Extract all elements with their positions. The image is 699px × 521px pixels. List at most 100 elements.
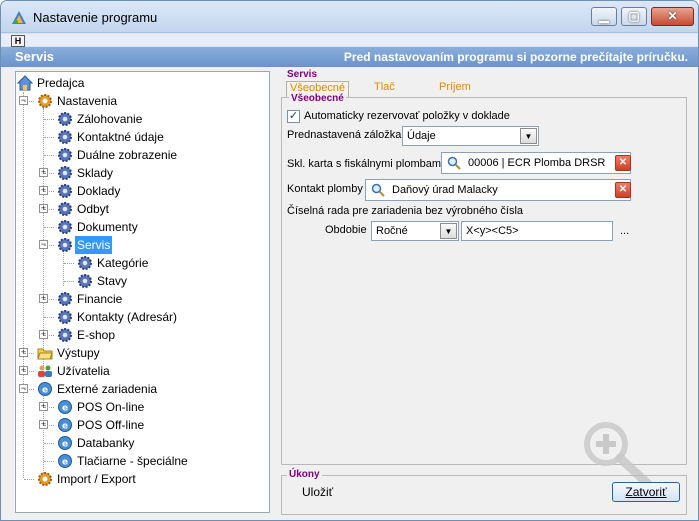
tree-item-predajca[interactable]: Predajca [16,74,86,92]
tree-item-label: Nastavenia [57,94,118,108]
search-icon[interactable] [371,183,385,197]
close-button-label: Zatvoriť [625,485,667,499]
tree-item-externe-zariadenia[interactable]: e Externé zariadenia [36,380,159,398]
tree-item-nastavenia[interactable]: Nastavenia [36,92,119,110]
tree-line [44,407,54,408]
tree-item-import-export[interactable]: Import / Export [36,470,138,488]
tree-item-dualne-zobrazenie[interactable]: Duálne zobrazenie [56,146,179,164]
tree-line [64,281,74,282]
tree-item-label: Import / Export [57,472,136,486]
tree-line [24,353,34,354]
series-more-button[interactable]: ... [620,225,629,237]
tree-item-databanky[interactable]: e Databanky [56,434,136,452]
tree-item-label: Kategórie [97,256,149,270]
tree-item-label: Sklady [77,166,114,180]
series-label: Číselná rada pre zariadenia bez výrobnéh… [287,205,524,217]
tree-line [44,119,54,120]
tree-item-label: POS On-line [77,400,145,414]
tree-item-label: Stavy [97,274,128,288]
tree-item-uzivatelia[interactable]: Užívatelia [36,362,112,380]
tree-item-pos-off-line[interactable]: e POS Off-line [56,416,146,434]
home-icon [17,75,33,91]
maximize-button[interactable]: ▢ [621,7,647,26]
search-icon[interactable] [447,156,461,170]
gear-blue-icon [57,165,73,181]
tree-item-stavy[interactable]: Stavy [76,272,129,290]
gear-blue-icon [77,273,93,289]
settings-tree[interactable]: Predajca − Nastavenia Zálohovanie Kontaktné … [15,71,270,513]
save-link[interactable]: Uložiť [302,485,333,499]
tree-item-label: Predajca [37,76,85,90]
gear-orange-icon [37,93,53,109]
dialog-client: Predajca − Nastavenia Zálohovanie Kontaktné … [1,67,698,520]
folder-icon [37,345,53,361]
tree-item-label: Databanky [77,436,135,450]
tree-line [44,173,54,174]
gear-blue-icon [57,237,73,253]
help-bar: H [1,34,698,47]
svg-text:e: e [62,458,68,468]
tree-item-vystupy[interactable]: Výstupy [36,344,102,362]
tree-item-kontakty-adresar[interactable]: Kontakty (Adresár) [56,308,179,326]
title-bar[interactable]: Nastavenie programu ▁ ▢ ✕ [1,1,698,33]
app-logo-icon [12,11,26,24]
device-icon: e [57,399,73,415]
tree-item-odbyt[interactable]: Odbyt [56,200,111,218]
tree-item-e-shop[interactable]: E-shop [56,326,117,344]
series-mask-input[interactable]: X<y><C5> [461,221,613,241]
gear-blue-icon [77,255,93,271]
tab-tlac[interactable]: Tlač [374,81,395,97]
settings-window: Nastavenie programu ▁ ▢ ✕ H Servis Pred … [0,0,699,521]
close-window-button[interactable]: ✕ [651,7,694,26]
tree-item-kategorie[interactable]: Kategórie [76,254,150,272]
tree-line [44,137,54,138]
tree-item-zalohovanie[interactable]: Zálohovanie [56,110,144,128]
period-value: Ročné [376,225,408,237]
tree-item-label: Výstupy [57,346,100,360]
tree-item-label: Kontakty (Adresár) [77,310,178,324]
fiscal-card-field[interactable]: 00006 | ECR Plomba DRSR [441,152,631,174]
default-tab-select[interactable]: Údaje ▼ [402,126,539,146]
tree-line [44,155,54,156]
actions-group-title: Úkony [287,469,322,480]
tree-line [44,227,54,228]
tree-item-sklady[interactable]: Sklady [56,164,115,182]
tree-item-label: Dokumenty [77,220,138,234]
auto-reserve-label: Automaticky rezervovať položky v doklade [304,110,510,122]
svg-text:e: e [62,440,68,450]
dropdown-arrow-icon[interactable]: ▼ [440,223,457,239]
dropdown-arrow-icon[interactable]: ▼ [520,128,537,144]
clear-fiscal-card-button[interactable]: ✕ [615,155,631,171]
close-button[interactable]: Zatvoriť [612,482,680,502]
tree-line [44,191,54,192]
tree-line [24,479,34,480]
tree-line [44,335,54,336]
tree-item-doklady[interactable]: Doklady [56,182,122,200]
tree-item-servis[interactable]: Servis [56,236,113,254]
tree-line [64,263,74,264]
banner-hint: Pred nastavovaním programu si pozorne pr… [343,50,688,64]
svg-text:e: e [42,386,48,396]
help-badge[interactable]: H [11,35,25,47]
tab-prijem[interactable]: Príjem [439,81,471,97]
tree-item-label: Tlačiarne - špeciálne [77,454,188,468]
tree-item-kontaktne-udaje[interactable]: Kontaktné údaje [56,128,166,146]
tree-line [24,371,34,372]
tree-item-dokumenty[interactable]: Dokumenty [56,218,140,236]
tree-item-label: Užívatelia [57,364,110,378]
seal-contact-field[interactable]: Daňový úrad Malacky [365,179,631,201]
tree-line [24,101,34,102]
period-select[interactable]: Ročné ▼ [371,221,459,241]
servis-group-title: Servis [287,69,318,80]
clear-seal-contact-button[interactable]: ✕ [615,182,631,198]
tree-item-tlaciarne-specialne[interactable]: e Tlačiarne - špeciálne [56,452,190,470]
default-tab-value: Údaje [407,130,436,142]
gear-blue-icon [57,309,73,325]
auto-reserve-checkbox[interactable]: ✓ [287,110,300,123]
tree-item-label: E-shop [77,328,116,342]
tree-item-label: Odbyt [77,202,110,216]
fiscal-card-label: Skl. karta s fiskálnymi plombami [287,158,444,170]
minimize-button[interactable]: ▁ [591,7,617,26]
tree-item-financie[interactable]: Financie [56,290,124,308]
tree-item-pos-on-line[interactable]: e POS On-line [56,398,146,416]
